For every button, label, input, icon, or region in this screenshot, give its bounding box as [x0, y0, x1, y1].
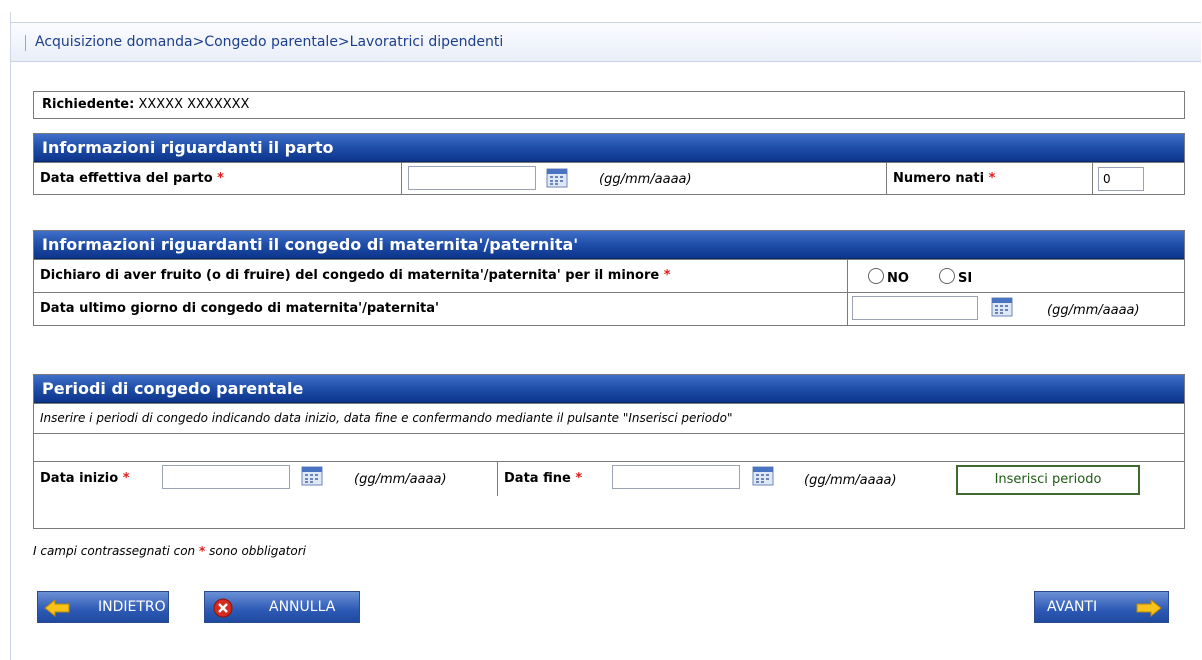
numero-nati-label: Numero nati	[893, 171, 985, 186]
radio-no-label: NO	[887, 271, 909, 286]
footnote-after: sono obbligatori	[209, 544, 306, 558]
avanti-label: AVANTI	[1047, 599, 1098, 615]
data-fine-label-cell: Data fine *	[498, 462, 618, 496]
radio-no[interactable]	[868, 268, 884, 284]
required-marker: *	[575, 471, 583, 486]
periodi-section-title: Periodi di congedo parentale	[34, 375, 1184, 403]
data-inizio-label-cell: Data inizio *	[34, 462, 164, 496]
divider	[847, 260, 848, 292]
required-marker: *	[663, 268, 671, 283]
periodi-section: Periodi di congedo parentale Inserire i …	[33, 374, 1185, 529]
radio-si[interactable]	[939, 268, 955, 284]
required-marker: *	[217, 171, 224, 186]
indietro-button[interactable]: INDIETRO	[37, 591, 169, 623]
inserisci-periodo-button[interactable]: Inserisci periodo	[956, 465, 1140, 495]
data-parto-input[interactable]	[408, 166, 536, 190]
maternita-section: Informazioni riguardanti il congedo di m…	[33, 230, 1185, 326]
calendar-icon[interactable]	[301, 465, 323, 487]
date-format-hint: (gg/mm/aaaa)	[804, 473, 897, 488]
data-parto-label-cell: Data effettiva del parto *	[34, 163, 400, 195]
arrow-right-icon	[1136, 599, 1162, 617]
instructions-row: Inserire i periodi di congedo indicando …	[34, 403, 1184, 433]
data-parto-label: Data effettiva del parto	[40, 171, 213, 186]
richiedente-label: Richiedente:	[42, 97, 135, 112]
arrow-left-icon	[44, 599, 70, 617]
required-footnote: I campi contrassegnati con * sono obblig…	[33, 544, 306, 558]
richiedente-box: Richiedente: XXXXX XXXXXXX	[33, 91, 1185, 119]
dichiaro-row: Dichiaro di aver fruito (o di fruire) de…	[34, 259, 1184, 292]
annulla-label: ANNULLA	[269, 599, 336, 615]
cancel-x-icon	[213, 598, 233, 618]
richiedente-value: XXXXX XXXXXXX	[138, 97, 250, 112]
data-fine-input[interactable]	[612, 465, 740, 489]
page: Acquisizione domanda>Congedo parentale>L…	[10, 12, 1202, 660]
data-inizio-label: Data inizio	[40, 471, 119, 486]
required-marker: *	[988, 171, 996, 186]
date-format-hint: (gg/mm/aaaa)	[1047, 303, 1140, 318]
dichiaro-label-cell: Dichiaro di aver fruito (o di fruire) de…	[34, 260, 846, 292]
ultimo-giorno-label-cell: Data ultimo giorno di congedo di materni…	[34, 293, 846, 325]
annulla-button[interactable]: ANNULLA	[204, 591, 360, 623]
required-marker: *	[199, 544, 206, 558]
calendar-icon[interactable]	[991, 296, 1013, 318]
parto-section: Informazioni riguardanti il parto Data e…	[33, 133, 1185, 195]
dichiaro-label: Dichiaro di aver fruito (o di fruire) de…	[40, 268, 660, 283]
breadcrumb: Acquisizione domanda>Congedo parentale>L…	[11, 22, 1201, 62]
required-marker: *	[122, 471, 130, 486]
calendar-icon[interactable]	[546, 167, 568, 189]
ultimo-giorno-label: Data ultimo giorno di congedo di materni…	[40, 301, 440, 316]
divider	[847, 293, 848, 325]
date-format-hint: (gg/mm/aaaa)	[599, 172, 692, 187]
date-format-hint: (gg/mm/aaaa)	[354, 472, 447, 487]
data-inizio-input[interactable]	[162, 465, 290, 489]
divider	[401, 163, 402, 195]
period-input-row: Data inizio * (gg/mm/aaaa) Data fine * (	[34, 461, 1184, 496]
ultimo-giorno-input[interactable]	[852, 296, 978, 320]
ultimo-giorno-row: Data ultimo giorno di congedo di materni…	[34, 292, 1184, 325]
instructions-text: Inserire i periodi di congedo indicando …	[40, 411, 733, 425]
avanti-button[interactable]: AVANTI	[1034, 591, 1169, 623]
indietro-label: INDIETRO	[98, 599, 166, 615]
breadcrumb-divider	[25, 35, 26, 51]
parto-section-title: Informazioni riguardanti il parto	[34, 134, 1184, 162]
parto-row: Data effettiva del parto * (gg/mm/aaaa) …	[34, 162, 1184, 195]
calendar-icon[interactable]	[752, 465, 774, 487]
radio-si-label: SI	[958, 271, 973, 286]
maternita-section-title: Informazioni riguardanti il congedo di m…	[34, 231, 1184, 259]
data-fine-label: Data fine	[504, 471, 571, 486]
periods-list-row	[34, 433, 1184, 461]
breadcrumb-text: Acquisizione domanda>Congedo parentale>L…	[35, 34, 504, 50]
footnote-before: I campi contrassegnati con	[33, 544, 196, 558]
numero-nati-input[interactable]	[1098, 167, 1144, 191]
divider	[1092, 163, 1093, 195]
numero-nati-label-cell: Numero nati *	[887, 163, 1087, 195]
